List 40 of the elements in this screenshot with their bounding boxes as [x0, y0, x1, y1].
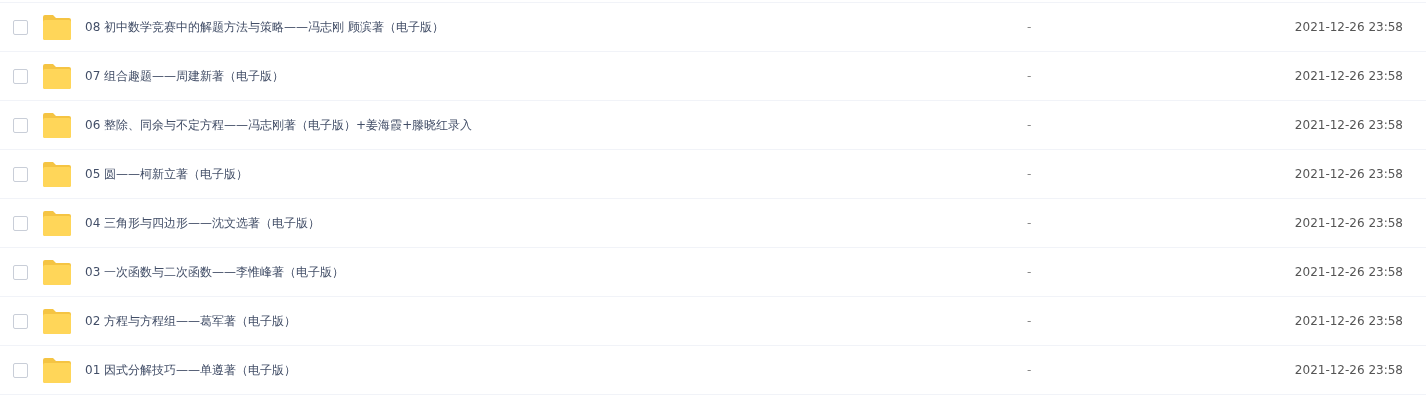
folder-icon: [42, 14, 72, 40]
checkbox[interactable]: [13, 313, 28, 329]
folder-icon: [42, 259, 72, 285]
file-name[interactable]: 08 初中数学竞赛中的解题方法与策略——冯志刚 顾滨著（电子版）: [85, 18, 1027, 36]
modified-date: 2021-12-26 23:58: [1294, 167, 1403, 181]
checkbox[interactable]: [13, 362, 28, 378]
file-size: -: [1027, 20, 1033, 34]
folder-icon: [42, 357, 72, 383]
modified-date: 2021-12-26 23:58: [1294, 314, 1403, 328]
file-name[interactable]: 03 一次函数与二次函数——李惟峰著（电子版）: [85, 263, 1027, 281]
modified-date: 2021-12-26 23:58: [1294, 363, 1403, 377]
file-size: -: [1027, 363, 1033, 377]
file-size: -: [1027, 118, 1033, 132]
file-size: -: [1027, 265, 1033, 279]
file-size: -: [1027, 69, 1033, 83]
modified-date: 2021-12-26 23:58: [1294, 118, 1403, 132]
modified-date: 2021-12-26 23:58: [1294, 265, 1403, 279]
modified-date: 2021-12-26 23:58: [1294, 20, 1403, 34]
file-name[interactable]: 04 三角形与四边形——沈文选著（电子版）: [85, 214, 1027, 232]
checkbox[interactable]: [13, 264, 28, 280]
folder-icon: [42, 210, 72, 236]
checkbox[interactable]: [13, 117, 28, 133]
file-size: -: [1027, 314, 1033, 328]
file-size: -: [1027, 216, 1033, 230]
folder-icon: [42, 161, 72, 187]
checkbox[interactable]: [13, 166, 28, 182]
folder-icon: [42, 308, 72, 334]
modified-date: 2021-12-26 23:58: [1294, 216, 1403, 230]
file-name[interactable]: 07 组合趣题——周建新著（电子版）: [85, 67, 1027, 85]
folder-icon: [42, 63, 72, 89]
file-name[interactable]: 02 方程与方程组——葛军著（电子版）: [85, 312, 1027, 330]
modified-date: 2021-12-26 23:58: [1294, 69, 1403, 83]
file-name[interactable]: 06 整除、同余与不定方程——冯志刚著（电子版）+姜海霞+滕晓红录入: [85, 116, 1027, 134]
checkbox[interactable]: [13, 19, 28, 35]
file-name[interactable]: 01 因式分解技巧——单遵著（电子版）: [85, 361, 1027, 379]
checkbox[interactable]: [13, 68, 28, 84]
file-name[interactable]: 05 圆——柯新立著（电子版）: [85, 165, 1027, 183]
folder-icon: [42, 112, 72, 138]
checkbox[interactable]: [13, 215, 28, 231]
file-size: -: [1027, 167, 1033, 181]
